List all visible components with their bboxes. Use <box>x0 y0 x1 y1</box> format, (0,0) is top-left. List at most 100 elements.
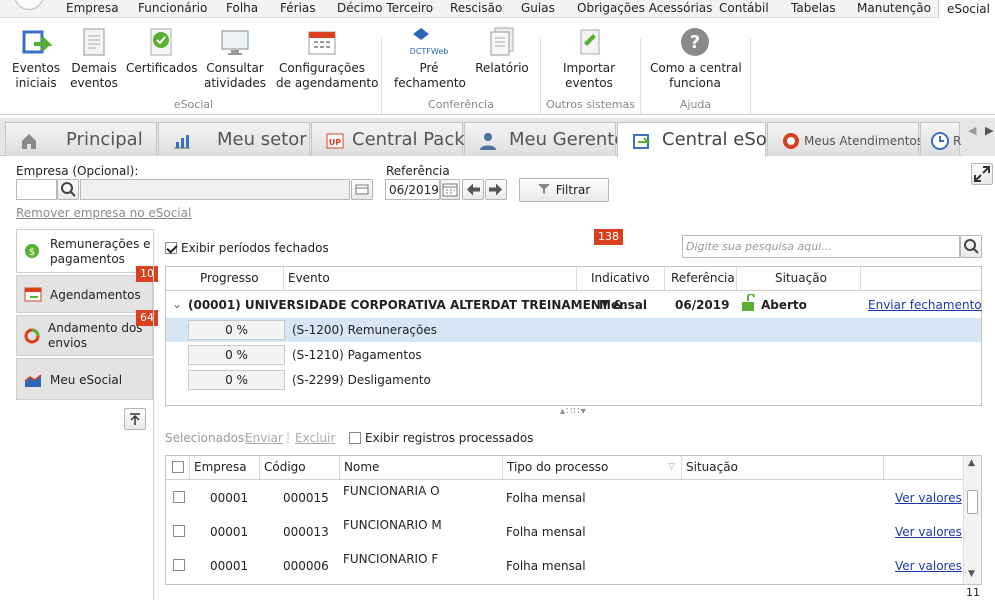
scroll-down-icon[interactable]: ▼ <box>968 569 975 579</box>
eventos-iniciais-button[interactable]: Eventos iniciais <box>6 26 66 91</box>
menu-guias[interactable]: Guias <box>521 1 555 15</box>
list-icon <box>355 184 369 195</box>
consultar-atividades-button[interactable]: Consultar atividades <box>204 26 266 91</box>
pre-fechamento-button[interactable]: DCTFWeb Pré fechamento <box>394 26 466 91</box>
ver-valores-link[interactable]: Ver valores <box>895 525 962 539</box>
empresa-code-input[interactable] <box>16 179 57 200</box>
empresa-list-button[interactable] <box>351 179 373 200</box>
filtrar-button[interactable]: Filtrar <box>519 178 609 202</box>
report-icon <box>486 26 518 58</box>
menu-funcionario[interactable]: Funcionário <box>138 1 207 15</box>
empresa-name-input[interactable] <box>80 179 350 200</box>
records-header: Empresa Código Nome Tipo do processo ▽ S… <box>166 456 966 480</box>
collapse-top-button[interactable] <box>124 408 146 430</box>
gerente-badge: 138 <box>594 229 623 245</box>
clock-icon <box>931 132 949 150</box>
tab-meu-gerente[interactable]: Meu Gerente <box>464 122 625 156</box>
como-funciona-button[interactable]: ? Como a central funciona <box>650 26 742 91</box>
app-menu-button[interactable] <box>14 0 44 10</box>
progress-bar: 0 % <box>188 345 285 365</box>
selecionados-label: Selecionados: <box>165 431 249 445</box>
sidenav-remuneracoes[interactable]: $ Remunerações e pagamentos <box>16 229 153 273</box>
empresa-label: Empresa (Opcional): <box>16 164 139 178</box>
expand-icon <box>974 166 990 182</box>
arrow-left-icon <box>467 183 480 196</box>
menu-decimo-terceiro[interactable]: Décimo Terceiro <box>337 1 433 15</box>
period-row[interactable]: 0 % (S-1200) Remunerações <box>166 318 981 342</box>
scrollbar-thumb[interactable] <box>967 490 978 514</box>
andamento-badge: 64 <box>136 310 158 326</box>
vertical-scrollbar[interactable]: ▲ ▼ <box>963 456 981 584</box>
tab-meus-atendimentos[interactable]: Meus Atendimentos <box>767 122 923 156</box>
record-count: 11 <box>966 586 980 599</box>
menu-folha[interactable]: Folha <box>226 1 258 15</box>
menu-empresa[interactable]: Empresa <box>66 1 119 15</box>
collapse-chevron-icon[interactable]: ⌄ <box>172 297 182 311</box>
certificados-button[interactable]: Certificados <box>126 26 197 76</box>
tab-principal[interactable]: Principal <box>5 122 157 156</box>
calendar-picker-button[interactable] <box>440 179 460 200</box>
row-checkbox[interactable] <box>173 525 185 537</box>
table-row[interactable]: 00001 000013 FUNCIONARIO M Folha mensal … <box>166 516 962 550</box>
next-period-button[interactable] <box>485 179 507 200</box>
search-input[interactable]: Digite sua pesquisa aqui... <box>682 235 960 258</box>
tab-central-esocial[interactable]: Central eSocial <box>617 122 798 157</box>
menu-manutencao[interactable]: Manutenção <box>857 1 931 15</box>
tab-central-packup[interactable]: UP Central PackUp <box>311 122 489 156</box>
exibir-processados-label: Exibir registros processados <box>365 431 534 445</box>
ver-valores-link[interactable]: Ver valores <box>895 491 962 505</box>
support-icon <box>782 132 800 150</box>
row-checkbox[interactable] <box>173 559 185 571</box>
referencia-input[interactable]: 06/2019 <box>385 179 440 200</box>
sidenav-andamento-envios[interactable]: Andamento dos envios <box>16 315 153 356</box>
enviar-link[interactable]: Enviar <box>245 431 283 445</box>
ver-valores-link[interactable]: Ver valores <box>895 559 962 573</box>
select-all-checkbox[interactable] <box>172 461 184 473</box>
relatorio-button[interactable]: Relatório <box>474 26 530 76</box>
table-row[interactable]: 00001 000006 FUNCIONARIO F Folha mensal … <box>166 550 962 584</box>
menu-obrigacoes[interactable]: Obrigações Acessórias <box>577 1 712 15</box>
period-row[interactable]: 0 % (S-2299) Desligamento <box>166 368 981 392</box>
menu-rescisao[interactable]: Rescisão <box>450 1 502 15</box>
menu-contabil[interactable]: Contábil <box>719 1 769 15</box>
period-group-row[interactable]: ⌄ (00001) UNIVERSIDADE CORPORATIVA ALTER… <box>166 292 982 318</box>
menu-tabelas[interactable]: Tabelas <box>791 1 836 15</box>
arrow-right-icon <box>489 183 502 196</box>
exibir-processados-checkbox[interactable] <box>349 432 361 444</box>
previous-period-button[interactable] <box>462 179 484 200</box>
sort-icon[interactable]: ▽ <box>668 456 675 479</box>
scroll-up-icon[interactable]: ▲ <box>968 458 975 468</box>
home-icon <box>20 132 38 150</box>
empresa-search-button[interactable] <box>57 179 79 200</box>
period-row[interactable]: 0 % (S-1210) Pagamentos <box>166 343 981 367</box>
splitter-handle[interactable]: ▴∷∷▾ <box>560 406 587 417</box>
row-checkbox[interactable] <box>173 491 185 503</box>
enviar-fechamento-link[interactable]: Enviar fechamento <box>868 298 982 312</box>
progress-bar: 0 % <box>188 320 285 340</box>
menu-ferias[interactable]: Férias <box>280 1 316 15</box>
main-tabs: Principal Meu setor UP Central PackUp Me… <box>0 118 995 245</box>
demais-eventos-button[interactable]: Demais eventos <box>66 26 122 91</box>
menu-esocial[interactable]: eSocial <box>938 0 995 18</box>
configuracoes-agendamento-button[interactable]: Configurações de agendamento <box>276 26 378 91</box>
document-icon <box>78 26 110 58</box>
svg-text:DCTFWeb: DCTFWeb <box>410 47 449 56</box>
search-icon <box>964 239 979 254</box>
ribbon: Eventos iniciais Demais eventos Certific… <box>0 18 995 115</box>
to-top-icon <box>130 413 140 425</box>
expand-button[interactable] <box>971 163 993 185</box>
tab-scroll-right-icon[interactable]: ▶ <box>985 124 993 137</box>
tab-scroll-left-icon[interactable]: ◀ <box>968 124 976 137</box>
calendar-icon <box>306 26 338 58</box>
importar-eventos-button[interactable]: Importar eventos <box>558 26 620 91</box>
sidenav-agendamentos[interactable]: Agendamentos <box>16 275 153 313</box>
remover-empresa-link[interactable]: Remover empresa no eSocial <box>16 206 191 220</box>
excluir-link[interactable]: Excluir <box>295 431 335 445</box>
filter-icon <box>537 184 550 194</box>
tab-r[interactable]: R <box>920 122 961 156</box>
tab-meu-setor[interactable]: Meu setor <box>158 122 310 156</box>
table-row[interactable]: 00001 000015 FUNCIONARIA O Folha mensal … <box>166 482 962 516</box>
sidenav-meu-esocial[interactable]: Meu eSocial <box>16 358 153 400</box>
search-button[interactable] <box>960 235 982 258</box>
exibir-periodos-checkbox[interactable] <box>165 242 177 254</box>
